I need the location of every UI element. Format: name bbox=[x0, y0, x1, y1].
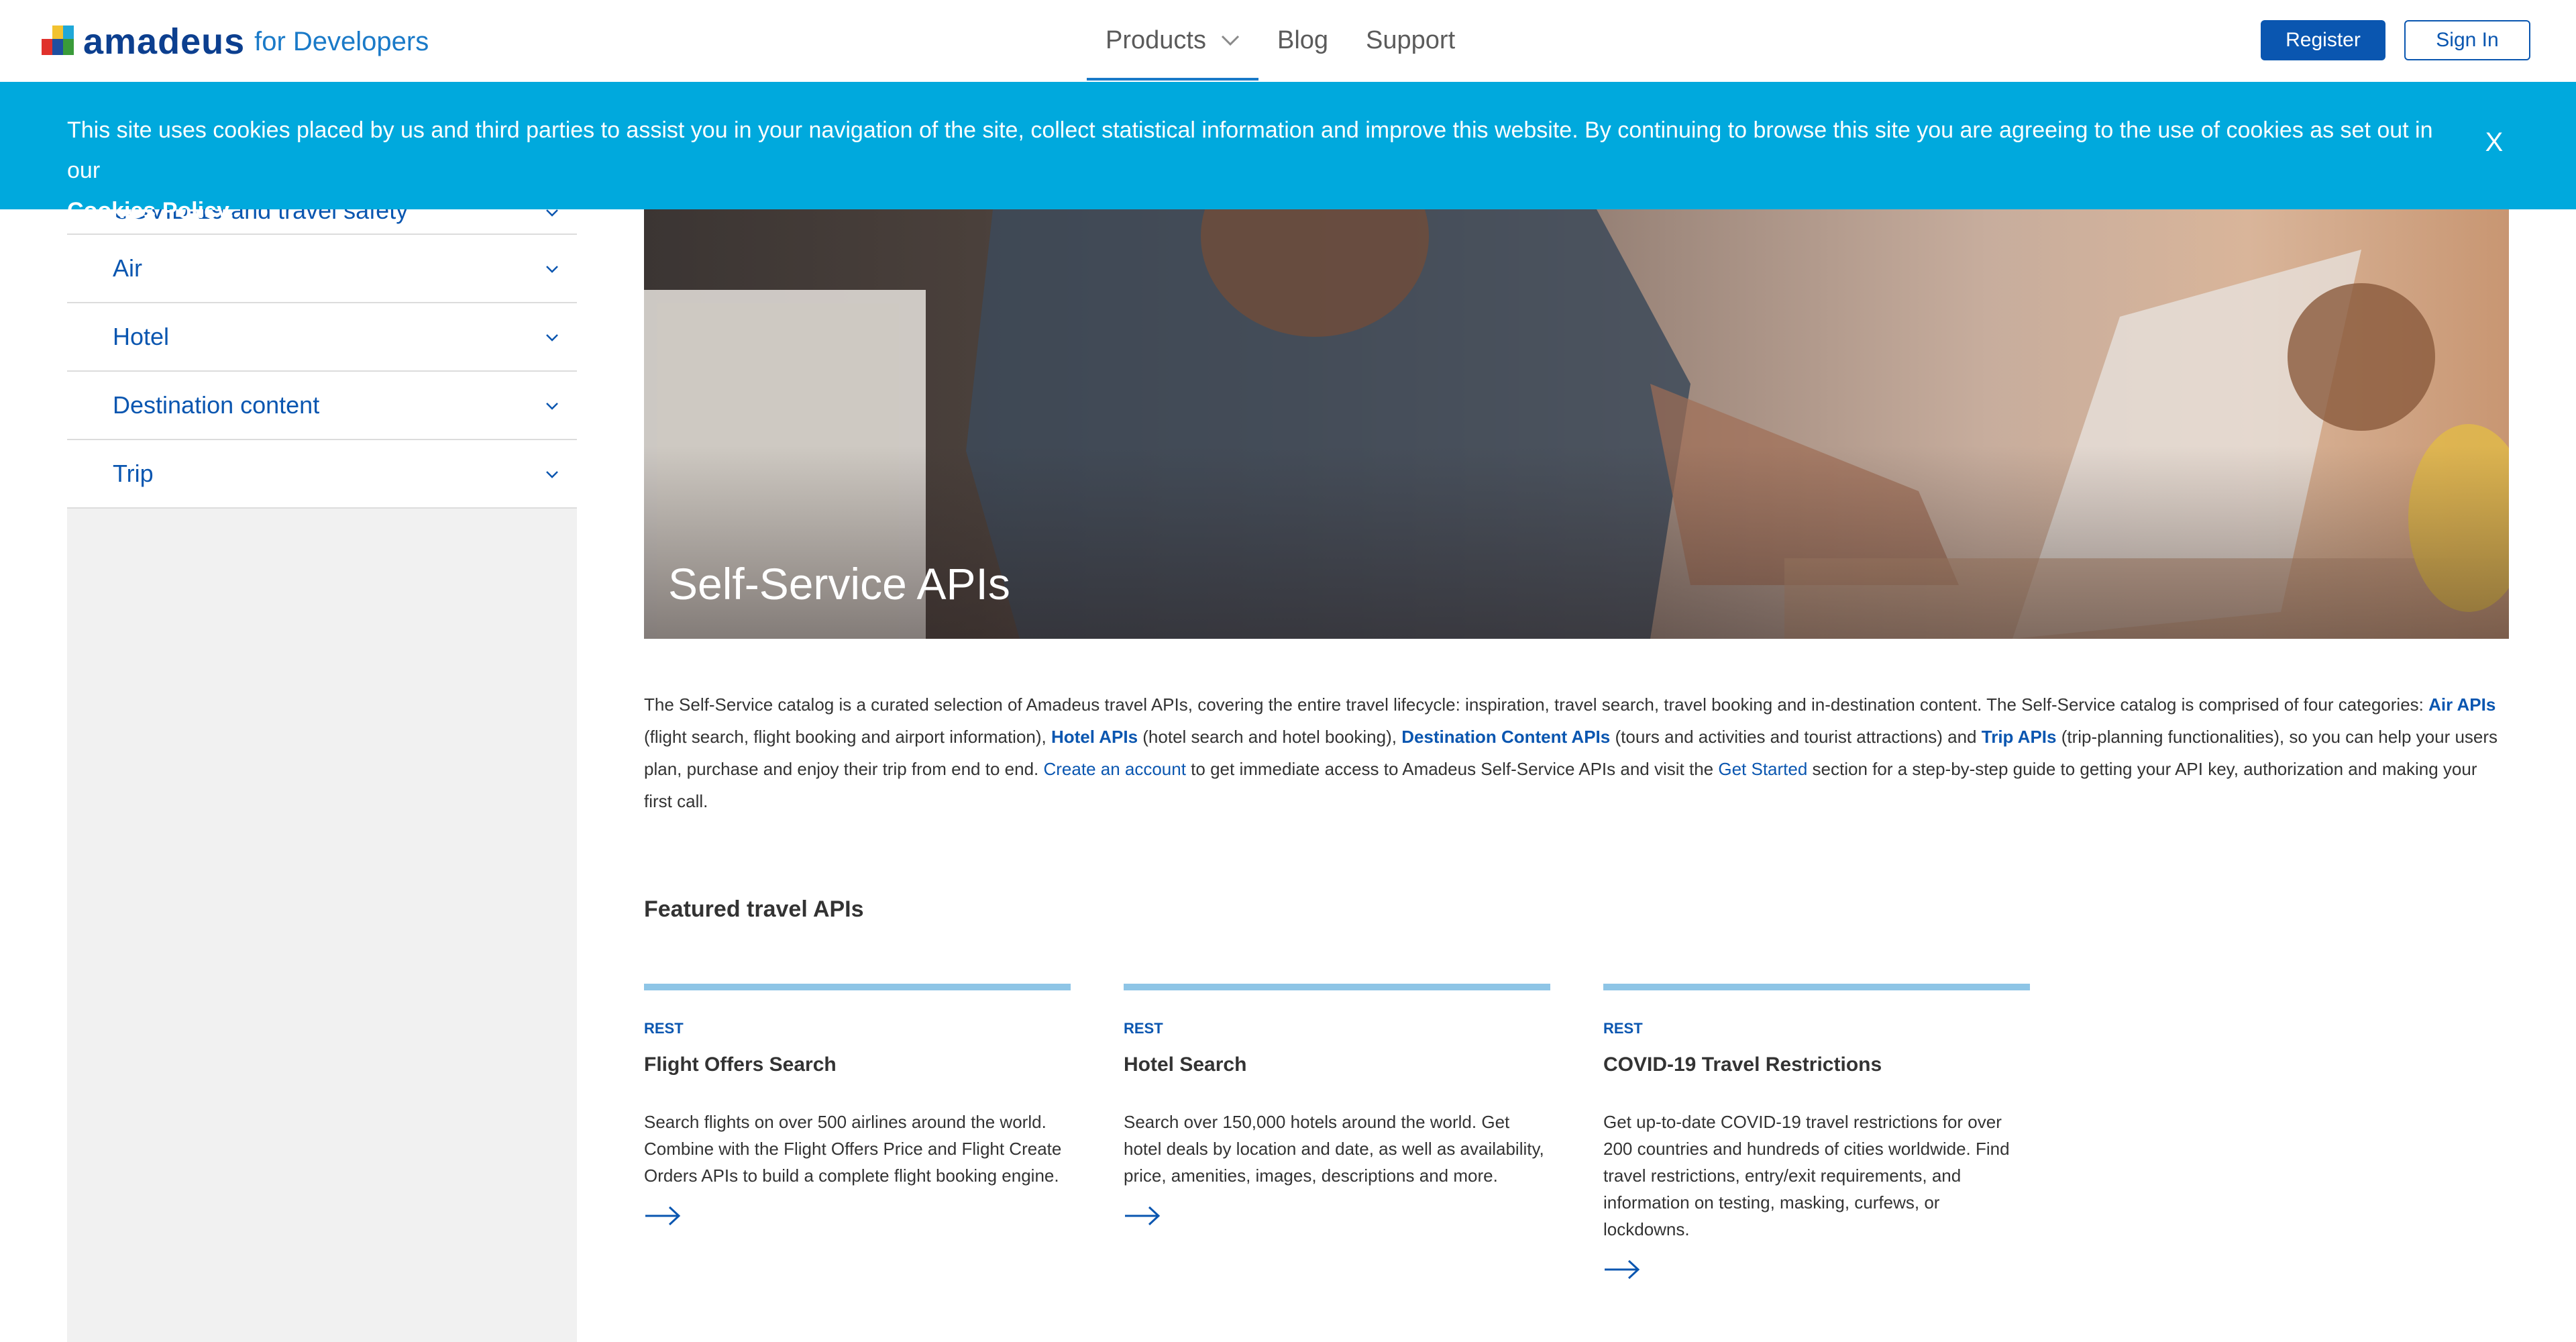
api-card-flight-offers-search[interactable]: REST Flight Offers Search Search flights… bbox=[644, 984, 1071, 1227]
arrow-right-icon[interactable] bbox=[1603, 1259, 1641, 1280]
hero-banner: Self-Service APIs bbox=[644, 209, 2509, 639]
amadeus-logo-mark-icon bbox=[42, 25, 74, 58]
nav-products-label: Products bbox=[1106, 25, 1206, 54]
sidebar-item-destination-content[interactable]: Destination content bbox=[67, 372, 577, 440]
chevron-down-icon bbox=[546, 334, 558, 342]
card-accent-bar bbox=[644, 984, 1071, 990]
trip-apis-link[interactable]: Trip APIs bbox=[1982, 727, 2057, 747]
desc-text-3: (hotel search and hotel booking), bbox=[1138, 727, 1402, 747]
card-title: COVID-19 Travel Restrictions bbox=[1603, 1053, 1882, 1076]
card-tag: REST bbox=[644, 1020, 684, 1037]
nav-support-label: Support bbox=[1366, 25, 1456, 54]
create-account-link[interactable]: Create an account bbox=[1043, 759, 1185, 779]
api-card-hotel-search[interactable]: REST Hotel Search Search over 150,000 ho… bbox=[1124, 984, 1550, 1227]
logo-subtitle: for Developers bbox=[254, 27, 429, 56]
sidebar-item-hotel[interactable]: Hotel bbox=[67, 303, 577, 372]
desc-text-2: (flight search, flight booking and airpo… bbox=[644, 727, 1051, 747]
sidebar-item-air[interactable]: Air bbox=[67, 235, 577, 303]
chevron-down-icon bbox=[546, 471, 558, 478]
card-accent-bar bbox=[1124, 984, 1550, 990]
api-card-covid-travel-restrictions[interactable]: REST COVID-19 Travel Restrictions Get up… bbox=[1603, 984, 2030, 1280]
arrow-right-icon[interactable] bbox=[1124, 1205, 1161, 1227]
cookie-banner: This site uses cookies placed by us and … bbox=[0, 82, 2576, 223]
logo-wordmark: amadeus bbox=[83, 21, 246, 62]
desc-text-1: The Self-Service catalog is a curated se… bbox=[644, 694, 2429, 715]
desc-text-4: (tours and activities and tourist attrac… bbox=[1610, 727, 1982, 747]
card-title: Flight Offers Search bbox=[644, 1053, 837, 1076]
sidebar: COVID-19 and travel safety Air Hotel Des… bbox=[67, 188, 577, 1342]
cookie-message: This site uses cookies placed by us and … bbox=[67, 117, 2433, 183]
card-tag: REST bbox=[1124, 1020, 1163, 1037]
signin-button[interactable]: Sign In bbox=[2404, 20, 2530, 60]
destination-content-apis-link[interactable]: Destination Content APIs bbox=[1401, 727, 1610, 747]
site-header: amadeus for Developers Products Blog Sup… bbox=[0, 0, 2576, 82]
cookie-banner-text: This site uses cookies placed by us and … bbox=[67, 110, 2455, 231]
nav-blog[interactable]: Blog bbox=[1258, 0, 1347, 81]
page-title: Self-Service APIs bbox=[668, 559, 1010, 609]
chevron-down-icon bbox=[1221, 35, 1240, 46]
main-nav: Products Blog Support bbox=[1087, 0, 1474, 81]
card-accent-bar bbox=[1603, 984, 2030, 990]
sidebar-item-label: Destination content bbox=[113, 391, 320, 419]
sidebar-item-label: Trip bbox=[113, 460, 154, 487]
register-button[interactable]: Register bbox=[2261, 20, 2385, 60]
cookies-policy-link[interactable]: Cookies Policy. bbox=[67, 198, 234, 223]
arrow-right-icon[interactable] bbox=[644, 1205, 682, 1227]
chevron-down-icon bbox=[546, 403, 558, 410]
sidebar-item-label: Air bbox=[113, 254, 142, 282]
card-description: Search flights on over 500 airlines arou… bbox=[644, 1112, 1062, 1186]
sidebar-item-trip[interactable]: Trip bbox=[67, 440, 577, 509]
get-started-link[interactable]: Get Started bbox=[1718, 759, 1807, 779]
featured-apis-heading: Featured travel APIs bbox=[644, 896, 864, 922]
desc-text-6: to get immediate access to Amadeus Self-… bbox=[1185, 759, 1719, 779]
nav-blog-label: Blog bbox=[1277, 25, 1329, 54]
air-apis-link[interactable]: Air APIs bbox=[2428, 694, 2496, 715]
catalog-description: The Self-Service catalog is a curated se… bbox=[644, 688, 2509, 817]
card-description: Search over 150,000 hotels around the wo… bbox=[1124, 1112, 1544, 1186]
card-tag: REST bbox=[1603, 1020, 1643, 1037]
amadeus-logo[interactable]: amadeus for Developers bbox=[42, 21, 429, 62]
card-description: Get up-to-date COVID-19 travel restricti… bbox=[1603, 1112, 2010, 1239]
hotel-apis-link[interactable]: Hotel APIs bbox=[1051, 727, 1138, 747]
nav-products[interactable]: Products bbox=[1087, 0, 1258, 81]
chevron-down-icon bbox=[546, 266, 558, 273]
cookie-close-button[interactable]: X bbox=[2481, 127, 2508, 158]
sidebar-item-label: Hotel bbox=[113, 323, 170, 350]
nav-support[interactable]: Support bbox=[1347, 0, 1474, 81]
card-title: Hotel Search bbox=[1124, 1053, 1247, 1076]
